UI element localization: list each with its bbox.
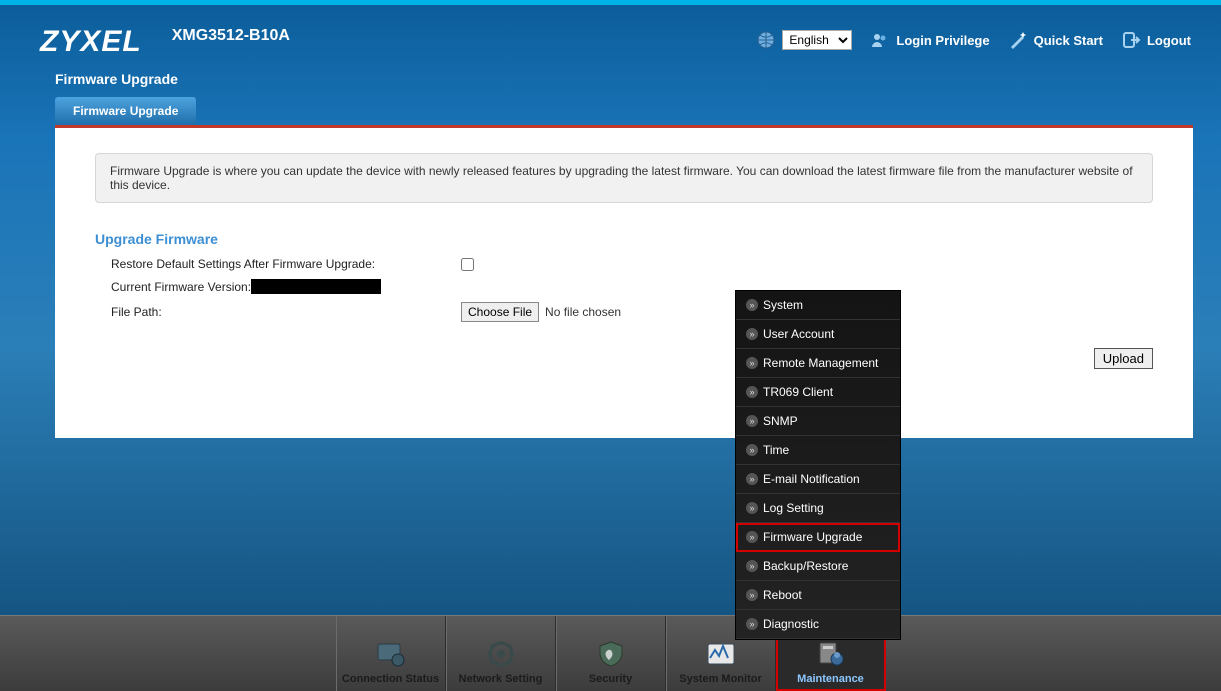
- info-box: Firmware Upgrade is where you can update…: [95, 153, 1153, 203]
- flyout-item-label: Backup/Restore: [763, 559, 848, 573]
- flyout-item-label: System: [763, 298, 803, 312]
- wand-icon: [1008, 30, 1028, 50]
- chevron-right-icon: »: [746, 531, 758, 543]
- firmware-version-label: Current Firmware Version:: [111, 280, 251, 294]
- chevron-right-icon: »: [746, 357, 758, 369]
- chevron-right-icon: »: [746, 444, 758, 456]
- system-monitor-icon: [704, 639, 738, 669]
- flyout-item-user-account[interactable]: » User Account: [736, 320, 900, 349]
- logout-icon: [1121, 30, 1141, 50]
- language-picker[interactable]: English: [756, 30, 852, 50]
- chevron-right-icon: »: [746, 502, 758, 514]
- flyout-item-label: Diagnostic: [763, 617, 819, 631]
- flyout-item-log-setting[interactable]: » Log Setting: [736, 494, 900, 523]
- flyout-item-backup-restore[interactable]: » Backup/Restore: [736, 552, 900, 581]
- flyout-item-label: E-mail Notification: [763, 472, 860, 486]
- flyout-item-label: Firmware Upgrade: [763, 530, 862, 544]
- flyout-item-firmware-upgrade[interactable]: » Firmware Upgrade: [736, 523, 900, 552]
- login-privilege-label: Login Privilege: [896, 33, 989, 48]
- flyout-item-label: Remote Management: [763, 356, 878, 370]
- tab-firmware-upgrade[interactable]: Firmware Upgrade: [55, 97, 196, 125]
- connection-status-icon: [374, 639, 408, 669]
- flyout-item-reboot[interactable]: » Reboot: [736, 581, 900, 610]
- flyout-item-label: SNMP: [763, 414, 798, 428]
- chevron-right-icon: »: [746, 328, 758, 340]
- flyout-item-tr069-client[interactable]: » TR069 Client: [736, 378, 900, 407]
- model-label: XMG3512-B10A: [172, 27, 290, 45]
- flyout-item-label: Time: [763, 443, 789, 457]
- logout-label: Logout: [1147, 33, 1191, 48]
- nav-label: Security: [589, 673, 632, 685]
- chevron-right-icon: »: [746, 589, 758, 601]
- quick-start-link[interactable]: Quick Start: [1008, 30, 1103, 50]
- nav-label: Network Setting: [459, 673, 543, 685]
- flyout-item-label: Reboot: [763, 588, 802, 602]
- login-privilege-link[interactable]: Login Privilege: [870, 30, 989, 50]
- upload-button[interactable]: Upload: [1094, 348, 1153, 369]
- chevron-right-icon: »: [746, 386, 758, 398]
- choose-file-button[interactable]: Choose File: [461, 302, 539, 322]
- chevron-right-icon: »: [746, 299, 758, 311]
- content-panel: Firmware Upgrade is where you can update…: [55, 128, 1193, 438]
- maintenance-flyout: » System » User Account » Remote Management » T…: [735, 290, 901, 640]
- network-setting-icon: [484, 639, 518, 669]
- nav-label: Connection Status: [342, 673, 439, 685]
- section-title: Upgrade Firmware: [95, 231, 1153, 247]
- nav-network-setting[interactable]: Network Setting: [446, 616, 556, 691]
- maintenance-icon: [814, 639, 848, 669]
- security-icon: [594, 639, 628, 669]
- language-select[interactable]: English: [782, 30, 852, 50]
- file-chosen-text: No file chosen: [545, 305, 621, 319]
- chevron-right-icon: »: [746, 560, 758, 572]
- nav-label: Maintenance: [797, 673, 864, 685]
- users-icon: [870, 30, 890, 50]
- bottom-nav: Connection Status Network Setting Security…: [0, 615, 1221, 691]
- file-path-label: File Path:: [111, 305, 461, 319]
- brand-logo: ZYXEL: [40, 25, 142, 59]
- flyout-item-system[interactable]: » System: [736, 291, 900, 320]
- chevron-right-icon: »: [746, 618, 758, 630]
- globe-icon: [756, 30, 776, 50]
- logout-link[interactable]: Logout: [1121, 30, 1191, 50]
- flyout-item-snmp[interactable]: » SNMP: [736, 407, 900, 436]
- flyout-item-label: Log Setting: [763, 501, 824, 515]
- flyout-item-remote-management[interactable]: » Remote Management: [736, 349, 900, 378]
- restore-defaults-checkbox[interactable]: [461, 258, 474, 271]
- flyout-item-label: User Account: [763, 327, 834, 341]
- firmware-version-value: [251, 279, 381, 294]
- nav-connection-status[interactable]: Connection Status: [336, 616, 446, 691]
- flyout-item-diagnostic[interactable]: » Diagnostic: [736, 610, 900, 639]
- restore-defaults-label: Restore Default Settings After Firmware …: [111, 257, 461, 271]
- page-title: Firmware Upgrade: [55, 71, 1221, 87]
- chevron-right-icon: »: [746, 415, 758, 427]
- flyout-item-label: TR069 Client: [763, 385, 833, 399]
- flyout-item-time[interactable]: » Time: [736, 436, 900, 465]
- nav-security[interactable]: Security: [556, 616, 666, 691]
- quick-start-label: Quick Start: [1034, 33, 1103, 48]
- chevron-right-icon: »: [746, 473, 758, 485]
- nav-label: System Monitor: [679, 673, 762, 685]
- flyout-item-e-mail-notification[interactable]: » E-mail Notification: [736, 465, 900, 494]
